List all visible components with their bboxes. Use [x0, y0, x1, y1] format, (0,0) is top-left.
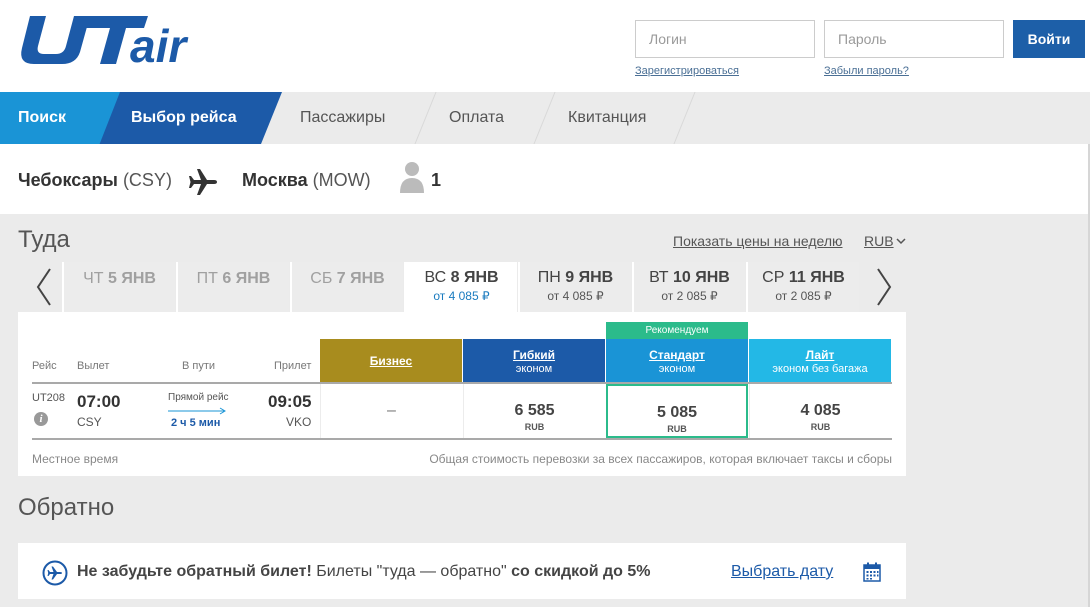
date-tab[interactable]: ПН 9 ЯНВ от 4 085 ₽ — [518, 262, 631, 312]
utair-logo[interactable]: air — [16, 12, 220, 68]
return-ticket-banner: Не забудьте обратный билет! Билеты "туда… — [18, 543, 906, 599]
return-title: Обратно — [18, 494, 115, 521]
arrow-right-icon — [168, 407, 226, 415]
currency-select[interactable]: RUB — [864, 233, 894, 249]
direct-flight-label: Прямой рейс — [168, 392, 229, 403]
total-price-note: Общая стоимость перевозки за всех пассаж… — [429, 452, 892, 466]
recommended-badge: Рекомендуем — [606, 322, 748, 339]
date-min-price: от 4 085 ₽ — [547, 289, 604, 303]
arrival-airport: VKO — [286, 415, 312, 429]
step-search[interactable]: Поиск — [0, 92, 120, 144]
destination: Москва (MOW) — [242, 170, 371, 191]
chevron-down-icon[interactable] — [896, 237, 906, 245]
origin-city: Чебоксары — [18, 170, 118, 190]
date-min-price: от 4 085 ₽ — [433, 289, 490, 303]
price-lite[interactable]: 4 085 RUB — [749, 384, 891, 438]
fare-lite-header[interactable]: Лайт эконом без багажа — [749, 339, 891, 382]
departure-time: 07:00 — [77, 392, 121, 411]
departure-airport: CSY — [77, 415, 102, 429]
step-divider — [673, 92, 696, 144]
passenger-count: 1 — [431, 170, 442, 190]
arrival-time: 09:05 — [268, 392, 312, 411]
return-banner-text: Не забудьте обратный билет! Билеты "туда… — [77, 563, 651, 580]
password-input[interactable] — [824, 20, 1004, 58]
col-flight: Рейс — [32, 360, 57, 372]
fare-flex-header[interactable]: Гибкий эконом — [463, 339, 605, 382]
step-divider — [533, 92, 556, 144]
date-min-price: от 2 085 ₽ — [661, 289, 718, 303]
flight-number: UT208 — [32, 392, 66, 404]
col-arrival: Прилет — [274, 360, 312, 372]
date-tab-selected[interactable]: ВС 8 ЯНВ от 4 085 ₽ — [404, 262, 517, 312]
flight-duration: 2 ч 5 мин — [171, 417, 221, 429]
step-receipt: Квитанция — [568, 109, 647, 126]
date-tab[interactable]: ПТ 6 ЯНВ — [176, 262, 289, 312]
route-summary: Чебоксары (CSY) Москва (MOW) 1 — [0, 144, 1090, 214]
date-tab[interactable]: ЧТ 5 ЯНВ — [62, 262, 175, 312]
header: air Войти Зарегистрироваться Забыли паро… — [0, 0, 1090, 92]
booking-steps: Выбор рейса Поиск Пассажиры Оплата Квита… — [0, 92, 1090, 144]
person-icon — [400, 162, 424, 193]
price-standard-selected[interactable]: 5 085 RUB — [606, 384, 748, 438]
local-time-note: Местное время — [32, 452, 119, 466]
price-flex[interactable]: 6 585 RUB — [463, 384, 605, 438]
calendar-icon[interactable] — [863, 562, 881, 582]
date-selector: ЧТ 5 ЯНВ ПТ 6 ЯНВ СБ 7 ЯНВ ВС 8 ЯНВ от 4… — [18, 262, 906, 312]
prev-dates-button[interactable] — [23, 262, 65, 312]
chevron-left-icon — [36, 268, 51, 306]
chevron-right-icon — [877, 268, 892, 306]
date-tab[interactable]: ВТ 10 ЯНВ от 2 085 ₽ — [632, 262, 745, 312]
destination-city: Москва — [242, 170, 308, 190]
plane-icon — [189, 169, 217, 195]
login-input[interactable] — [635, 20, 815, 58]
return-flight-icon — [42, 560, 68, 586]
step-divider — [414, 92, 437, 144]
fare-standard-header[interactable]: Стандарт эконом — [606, 339, 748, 382]
info-icon[interactable]: i — [34, 412, 48, 426]
forgot-password-link[interactable]: Забыли пароль? — [824, 65, 909, 77]
date-tab[interactable]: СБ 7 ЯНВ — [290, 262, 403, 312]
date-tab[interactable]: СР 11 ЯНВ от 2 085 ₽ — [746, 262, 859, 312]
show-week-prices-link[interactable]: Показать цены на неделю — [673, 233, 843, 249]
col-duration: В пути — [182, 360, 216, 372]
col-departure: Вылет — [77, 360, 110, 372]
destination-code: (MOW) — [312, 170, 371, 190]
origin: Чебоксары (CSY) — [18, 170, 172, 191]
step-select-flight[interactable]: Выбор рейса — [88, 92, 282, 144]
svg-text:air: air — [130, 20, 188, 68]
login-button[interactable]: Войти — [1013, 20, 1085, 58]
outbound-title: Туда — [18, 226, 70, 253]
step-passengers: Пассажиры — [300, 109, 386, 126]
price-business: – — [320, 384, 462, 438]
fare-business-header[interactable]: Бизнес — [320, 339, 462, 382]
fare-table: Рейс Вылет В пути Прилет Рекомендуем Биз… — [18, 312, 906, 476]
origin-code: (CSY) — [122, 170, 172, 190]
pick-return-date-link[interactable]: Выбрать дату — [731, 563, 833, 581]
step-payment: Оплата — [449, 109, 505, 126]
register-link[interactable]: Зарегистрироваться — [635, 65, 739, 77]
next-dates-button[interactable] — [863, 262, 905, 312]
date-min-price: от 2 085 ₽ — [775, 289, 832, 303]
divider — [32, 438, 892, 440]
